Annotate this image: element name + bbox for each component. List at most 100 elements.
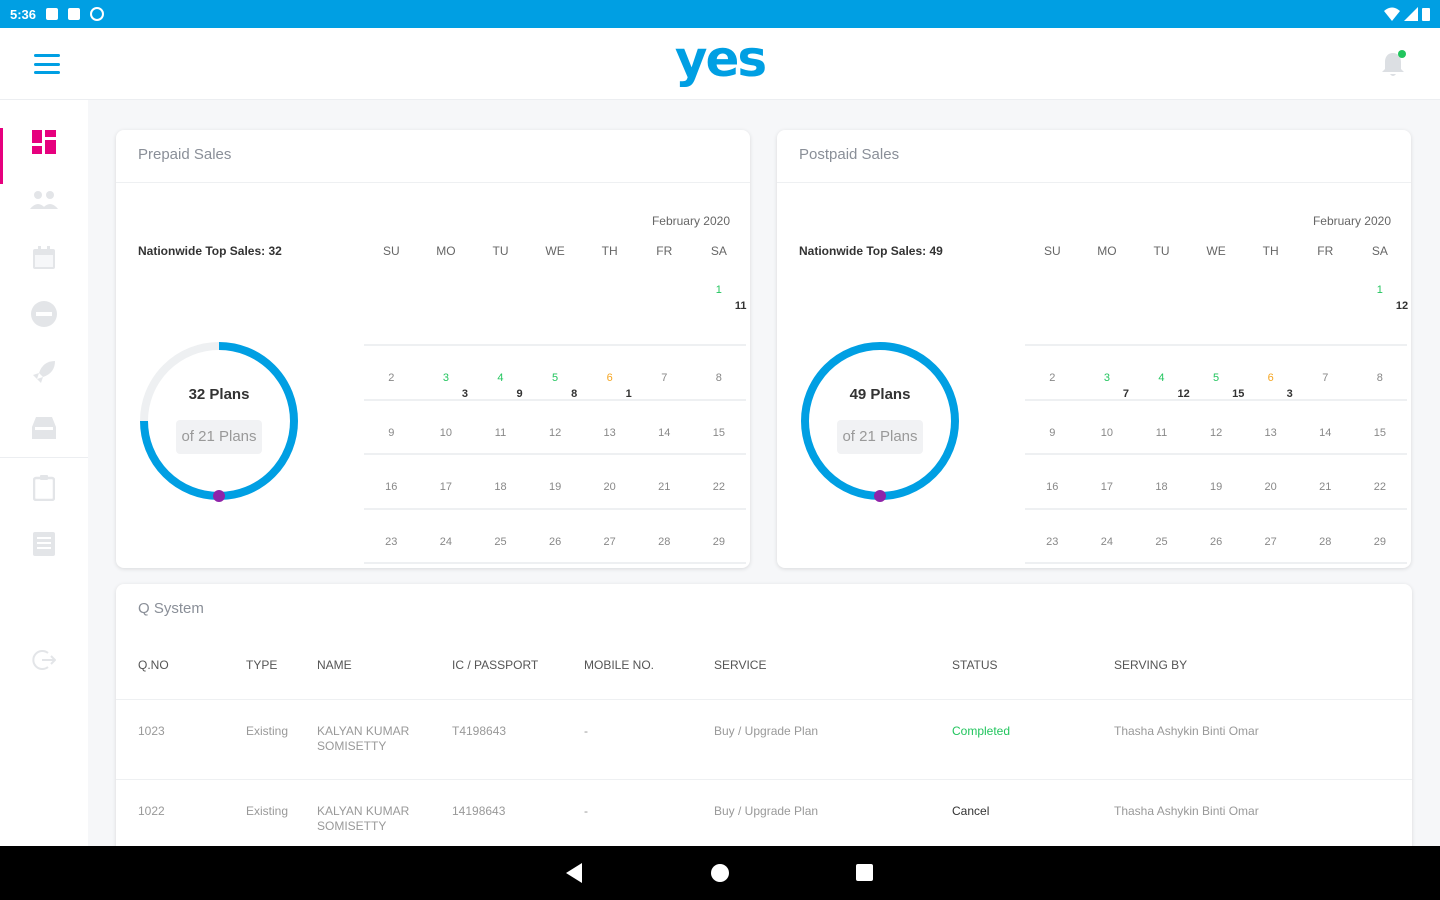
calendar-day[interactable]: 21 [637,455,692,508]
calendar-day[interactable]: 29 [692,510,747,563]
calendar-day[interactable]: 58 [528,346,583,400]
sidebar-item-rocket[interactable] [0,344,88,400]
notifications-button[interactable] [1380,50,1406,78]
sim-icon [31,301,57,327]
plans-count: 32 Plans [188,386,250,403]
calendar-day[interactable]: 25 [1134,510,1189,563]
weekday-label: MO [436,244,456,258]
weekday-label: TH [1262,244,1279,258]
calendar-day[interactable]: 20 [1243,455,1298,508]
sidebar-item-sim[interactable] [0,286,88,342]
calendar-day[interactable]: 11 [1134,401,1189,454]
sidebar-item-inbox[interactable] [0,400,88,456]
calendar-day[interactable]: 7 [1298,346,1353,399]
prepaid-sales-card: Prepaid Sales Nationwide Top Sales: 32 3… [116,130,750,568]
calendar-day[interactable]: 14 [637,401,692,454]
calendar-day[interactable]: 27 [1243,510,1298,563]
nationwide-top-sales: Nationwide Top Sales: 49 [799,244,943,258]
calendar-day[interactable]: 17 [419,455,474,508]
sidebar-item-dashboard[interactable] [0,114,88,184]
calendar-day[interactable]: 9 [364,401,419,454]
q-system-table: Q.NO TYPE NAME IC / PASSPORT MOBILE NO. … [116,644,1412,860]
card-title: Q System [138,600,204,617]
calendar-day[interactable]: 8 [692,346,747,399]
calendar-day[interactable]: 10 [419,401,474,454]
sales-count: 7 [1122,388,1130,400]
home-button[interactable] [711,864,729,882]
plans-count: 49 Plans [849,386,911,403]
calendar-day[interactable]: 24 [419,510,474,563]
calendar-day[interactable]: 23 [1025,510,1080,563]
calendar-day[interactable]: 25 [473,510,528,563]
calendar-day[interactable]: 15 [692,401,747,454]
calendar-day[interactable]: 23 [364,510,419,563]
calendar-day[interactable]: 14 [1298,401,1353,454]
calendar-day[interactable]: 22 [1353,455,1408,508]
column-header: Q.NO [138,658,169,672]
calendar-day[interactable]: 13 [1243,401,1298,454]
sidebar-item-users[interactable] [0,172,88,228]
calendar-day[interactable]: 11 [473,401,528,454]
calendar-day[interactable]: 17 [1080,455,1135,508]
sales-count: 1 [625,388,632,400]
calendar-day[interactable]: 26 [528,510,583,563]
calendar-day[interactable]: 28 [637,510,692,563]
column-header: STATUS [952,658,998,672]
column-header: TYPE [246,658,278,672]
calendar-day[interactable]: 63 [1243,346,1298,400]
calendar-day[interactable]: 5 15 [1189,346,1244,400]
signal-icon [1404,7,1418,21]
sidebar-item-clipboard[interactable] [0,460,88,516]
calendar-day[interactable]: 12 [528,401,583,454]
serving-by: Thasha Ashykin Binti Omar [1114,804,1259,818]
calendar-day[interactable]: 2 [364,346,419,399]
weekday-label: SU [382,244,400,258]
calendar-day[interactable]: 28 [1298,510,1353,563]
sidebar-item-document[interactable] [0,516,88,572]
customer-name: KALYAN KUMAR SOMISETTY [317,804,410,833]
column-header: MOBILE NO. [584,658,655,672]
sales-count: 3 [461,388,469,400]
calendar-day[interactable]: 16 [1025,455,1080,508]
calendar-day[interactable]: 21 [1298,455,1353,508]
calendar-day[interactable]: 15 [1353,401,1408,454]
calendar-day[interactable]: 1 11 [692,270,747,344]
calendar-day[interactable]: 18 [1134,455,1189,508]
sidebar-item-logout[interactable] [0,632,88,688]
table-row[interactable]: 1023 Existing KALYAN KUMAR SOMISETTY T41… [116,700,1412,780]
calendar-day[interactable]: 16 [364,455,419,508]
users-icon [30,191,58,209]
recents-button[interactable] [856,864,873,881]
calendar-day[interactable]: 7 [637,346,692,399]
calendar-day[interactable]: 13 [582,401,637,454]
calendar-day[interactable]: 37 [1080,346,1135,400]
calendar-day[interactable]: 18 [473,455,528,508]
back-button[interactable] [566,863,582,883]
sales-count: 11 [734,300,747,312]
calendar-day[interactable]: 24 [1080,510,1135,563]
calendar-day[interactable]: 2 [1025,346,1080,399]
calendar-day[interactable]: 20 [582,455,637,508]
app-header: yes [0,28,1440,100]
sidebar-divider [0,457,88,458]
calendar-day[interactable]: 19 [1189,455,1244,508]
yes-logo: yes [674,30,767,88]
calendar-day[interactable]: 33 [419,346,474,400]
calendar-day[interactable]: 19 [528,455,583,508]
calendar-day[interactable]: 10 [1080,401,1135,454]
calendar-day[interactable]: 8 [1353,346,1408,399]
calendar-day[interactable]: 61 [582,346,637,400]
calendar-day[interactable]: 29 [1353,510,1408,563]
calendar-day[interactable]: 27 [582,510,637,563]
calendar-day[interactable]: 1 12 [1353,270,1408,344]
calendar-day[interactable]: 9 [1025,401,1080,454]
calendar-day[interactable]: 26 [1189,510,1244,563]
calendar-day[interactable]: 22 [692,455,747,508]
calendar-day[interactable]: 4 12 [1134,346,1189,400]
calendar-day[interactable]: 49 [473,346,528,400]
calendar-day[interactable]: 12 [1189,401,1244,454]
calendar-grid: 1 12 2 37 4 12 5 15 63 7 8 9 10 11 12 13 14… [1025,270,1408,565]
card-title: Prepaid Sales [138,146,232,163]
sidebar-item-calendar[interactable] [0,230,88,286]
mobile-number: - [584,804,588,818]
